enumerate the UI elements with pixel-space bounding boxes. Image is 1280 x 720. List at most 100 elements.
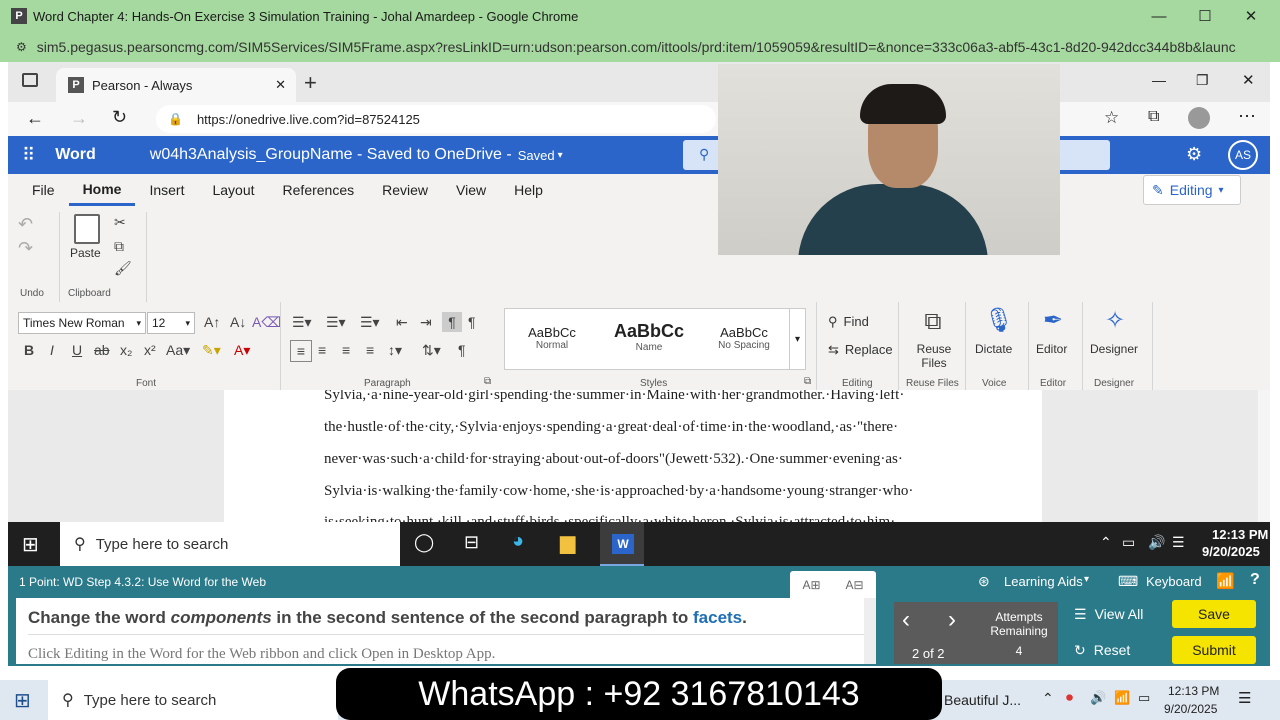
tray-chevron-icon[interactable]: ⌃ [1100, 534, 1112, 551]
more-icon[interactable]: ⋯ [1238, 106, 1256, 127]
bold-icon[interactable]: B [24, 342, 34, 358]
tray-chevron-icon[interactable]: ⌃ [1042, 690, 1054, 707]
font-size-select[interactable]: 12 ▾ [147, 312, 195, 334]
change-case-icon[interactable]: Aa▾ [166, 342, 190, 359]
tab-pearson[interactable]: P Pearson - Always ✕ [56, 68, 296, 102]
minimize-button[interactable]: — [1136, 0, 1182, 32]
submit-button[interactable]: Submit [1172, 636, 1256, 664]
bullets-icon[interactable]: ☰▾ [292, 314, 312, 331]
doc-line[interactable]: Sylvia,·a·nine-year-old·girl·spending·th… [324, 390, 904, 404]
undo-icon[interactable]: ↶ [18, 214, 33, 235]
taskbar-time[interactable]: 12:13 PM [1168, 684, 1219, 698]
tab-layout[interactable]: Layout [198, 174, 268, 206]
subscript-icon[interactable]: x₂ [120, 342, 132, 358]
saved-status[interactable]: Saved [518, 148, 555, 163]
grow-font-icon[interactable]: A↑ [204, 314, 220, 330]
tab-help[interactable]: Help [500, 174, 557, 206]
align-left-icon[interactable]: ≡ [290, 340, 312, 362]
style-name-item[interactable]: AaBbCc Name [609, 321, 689, 353]
save-button[interactable]: Save [1172, 600, 1256, 628]
multilevel-icon[interactable]: ☰▾ [360, 314, 380, 331]
tab-insert[interactable]: Insert [135, 174, 198, 206]
word-taskbar-button[interactable]: W [600, 522, 644, 566]
decrease-text-icon[interactable]: A⊟ [845, 578, 863, 592]
reset-button[interactable]: ↻ Reset [1074, 642, 1130, 659]
taskbar-date[interactable]: 9/20/2025 [1164, 702, 1217, 716]
redo-icon[interactable]: ↷ [18, 238, 33, 259]
doc-line[interactable]: Sylvia·is·walking·the·family·cow·home,·s… [324, 483, 913, 500]
shrink-font-icon[interactable]: A↓ [230, 314, 246, 330]
doc-line[interactable]: is·seeking·to·hunt,·kill,·and·stuff·bird… [324, 514, 895, 522]
previous-step-icon[interactable]: ‹ [902, 606, 910, 634]
editor-button[interactable]: Editor [1036, 342, 1067, 356]
maximize-button[interactable]: ☐ [1182, 0, 1228, 32]
view-all-button[interactable]: ☰ View All [1074, 606, 1143, 623]
editor-icon[interactable]: ✒ [1038, 306, 1068, 335]
collections-icon[interactable]: ⧉ [1148, 108, 1159, 126]
avatar[interactable]: AS [1228, 140, 1258, 170]
clear-format-icon[interactable]: A⌫ [252, 314, 281, 331]
underline-icon[interactable]: U [72, 342, 82, 358]
find-button[interactable]: ⚲ Find [828, 314, 869, 330]
paste-label[interactable]: Paste [70, 246, 101, 260]
dictate-button[interactable]: Dictate [975, 342, 1012, 356]
inner-restore-button[interactable]: ❐ [1196, 72, 1209, 89]
inner-address-bar[interactable]: 🔒 https://onedrive.live.com?id=87524125 [156, 105, 716, 133]
refresh-icon[interactable]: ↻ [112, 107, 127, 128]
styles-more-icon[interactable]: ▾ [789, 309, 805, 369]
decrease-indent-icon[interactable]: ⇤ [396, 314, 408, 331]
wifi-icon[interactable]: 📶 [1114, 690, 1130, 706]
windows-start-icon[interactable]: ⊞ [14, 688, 31, 713]
task-view-icon[interactable]: ⊟ [464, 532, 479, 553]
close-tab-icon[interactable]: ✕ [275, 77, 286, 93]
align-center-icon[interactable]: ≡ [318, 342, 326, 358]
styles-gallery[interactable]: AaBbCc Normal AaBbCc Name AaBbCc No Spac… [504, 308, 806, 370]
inner-close-button[interactable]: ✕ [1242, 71, 1255, 89]
taskbar-search-box[interactable]: ⚲ Type here to search [48, 680, 338, 720]
volume-icon[interactable]: 🔊 [1090, 690, 1106, 706]
file-explorer-icon[interactable]: ▆ [560, 530, 575, 555]
reuse-files-icon[interactable]: ⧉ [918, 308, 948, 336]
close-button[interactable]: ✕ [1228, 0, 1274, 32]
tab-actions-icon[interactable] [22, 73, 38, 87]
style-no-spacing[interactable]: AaBbCc No Spacing [709, 325, 779, 351]
highlight-icon[interactable]: ✎▾ [202, 342, 221, 359]
outer-address-bar[interactable]: ⚙ sim5.pegasus.pearsoncmg.com/SIM5Servic… [0, 32, 1280, 62]
designer-icon[interactable]: ✧ [1100, 306, 1130, 335]
cut-icon[interactable]: ✂ [114, 214, 126, 231]
taskbar-app-label[interactable]: Beautiful J... [944, 692, 1021, 708]
document-page[interactable]: Sylvia,·a·nine-year-old·girl·spending·th… [224, 390, 1042, 522]
strikethrough-icon[interactable]: ab [94, 342, 110, 358]
ltr-icon[interactable]: ¶ [442, 312, 462, 332]
doc-title[interactable]: w04h3Analysis_GroupName - Saved to OneDr… [150, 146, 512, 164]
font-name-select[interactable]: Times New Roman ▾ [18, 312, 146, 334]
next-step-icon[interactable]: › [948, 606, 956, 634]
cortana-icon[interactable]: ◯ [414, 532, 434, 553]
network-icon[interactable]: ▭ [1122, 534, 1135, 551]
justify-icon[interactable]: ≡ [366, 342, 374, 358]
tab-file[interactable]: File [18, 174, 69, 206]
editing-mode-button[interactable]: ✎ Editing ▾ [1143, 175, 1241, 205]
align-right-icon[interactable]: ≡ [342, 342, 350, 358]
rtl-icon[interactable]: ¶ [468, 314, 476, 330]
superscript-icon[interactable]: x² [144, 342, 156, 358]
italic-icon[interactable]: I [50, 342, 54, 358]
forward-icon[interactable]: → [70, 108, 88, 129]
tab-view[interactable]: View [442, 174, 500, 206]
style-normal[interactable]: AaBbCc Normal [517, 325, 587, 351]
doc-line[interactable]: never·was·such·a·child·for·straying·abou… [324, 451, 903, 468]
learning-aids-button[interactable]: Learning Aids [1004, 574, 1083, 589]
copy-icon[interactable]: ⧉ [114, 238, 124, 255]
tab-home[interactable]: Home [68, 174, 136, 206]
profile-icon[interactable] [1188, 107, 1210, 129]
instruction-scrollbar[interactable] [864, 598, 876, 664]
favorites-icon[interactable]: ☆ [1104, 108, 1119, 128]
increase-text-icon[interactable]: A⊞ [802, 578, 820, 592]
app-launcher-icon[interactable]: ⠿ [22, 145, 35, 166]
new-tab-icon[interactable]: + [304, 70, 317, 96]
windows-start-icon[interactable]: ⊞ [22, 532, 39, 557]
site-info-icon[interactable]: ⚙ [16, 40, 27, 54]
tab-review[interactable]: Review [368, 174, 442, 206]
tab-references[interactable]: References [269, 174, 369, 206]
styles-launcher-icon[interactable]: ⧉ [804, 376, 811, 387]
